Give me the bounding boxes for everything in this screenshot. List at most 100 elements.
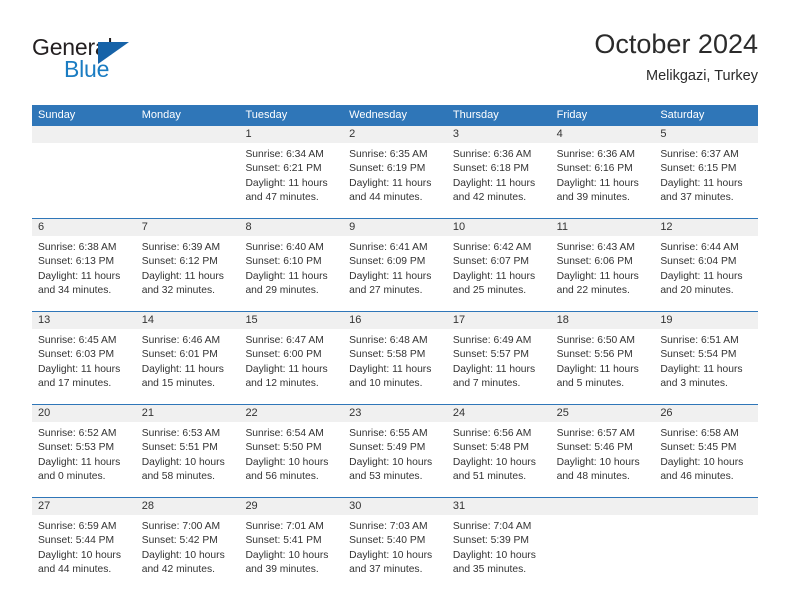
day-detail-line: and 3 minutes. — [660, 377, 728, 389]
day-details — [32, 143, 136, 148]
day-detail-line: Daylight: 11 hours — [556, 363, 639, 375]
day-detail-line: Sunset: 5:57 PM — [452, 349, 530, 361]
day-detail-line: Sunset: 5:54 PM — [660, 349, 737, 361]
calendar-day-cell[interactable]: 12 Sunrise: 6:44 AM Sunset: 6:04 PM Dayligh… — [654, 219, 759, 311]
day-detail-line: Daylight: 11 hours — [38, 363, 121, 375]
calendar-day-cell[interactable]: 20 Sunrise: 6:52 AM Sunset: 5:53 PM Dayligh… — [32, 405, 136, 497]
calendar-day-cell[interactable]: 23 Sunrise: 6:55 AM Sunset: 5:49 PM Dayligh… — [343, 405, 447, 497]
day-detail-line: Daylight: 11 hours — [141, 363, 224, 375]
day-number: 7 — [135, 219, 240, 236]
day-detail-line: and 25 minutes. — [452, 284, 527, 296]
day-detail-line: Sunrise: 7:01 AM — [245, 521, 324, 532]
day-number: 8 — [239, 219, 344, 236]
general-blue-logo[interactable]: General Blue — [32, 34, 212, 90]
calendar-day-cell[interactable]: 9 Sunrise: 6:41 AM Sunset: 6:09 PM Daylight… — [343, 219, 447, 311]
day-detail-line: Sunset: 5:51 PM — [141, 442, 218, 454]
day-detail-line: Sunrise: 6:44 AM — [660, 242, 739, 253]
calendar-day-cell[interactable]: 2 Sunrise: 6:35 AM Sunset: 6:19 PM Daylight… — [343, 126, 447, 218]
calendar-day-cell[interactable]: 11 Sunrise: 6:43 AM Sunset: 6:06 PM Dayligh… — [550, 219, 655, 311]
day-detail-line: Sunrise: 6:50 AM — [556, 335, 636, 346]
day-details: Sunrise: 6:53 AM Sunset: 5:51 PM Daylight:… — [136, 422, 240, 484]
calendar-day-cell[interactable]: 16 Sunrise: 6:48 AM Sunset: 5:58 PM Dayligh… — [343, 312, 447, 404]
day-detail-line: Sunrise: 7:04 AM — [452, 521, 532, 532]
day-detail-line: Sunset: 6:07 PM — [452, 256, 530, 268]
day-detail-line: Sunrise: 6:34 AM — [245, 149, 324, 160]
calendar-day-cell[interactable]: 7 Sunrise: 6:39 AM Sunset: 6:12 PM Daylight… — [135, 219, 240, 311]
day-details: Sunrise: 6:52 AM Sunset: 5:53 PM Daylight:… — [32, 422, 136, 484]
day-detail-line: Sunrise: 6:46 AM — [141, 335, 221, 346]
day-details: Sunrise: 6:40 AM Sunset: 6:10 PM Daylight:… — [239, 236, 343, 298]
day-detail-line: and 17 minutes. — [38, 377, 112, 389]
day-number — [654, 498, 759, 515]
page-subtitle: Melikgazi, Turkey — [645, 68, 758, 84]
day-detail-line: Sunset: 6:21 PM — [245, 163, 322, 175]
day-detail-line: and 7 minutes. — [452, 377, 521, 389]
calendar-week-row: 13 Sunrise: 6:45 AM Sunset: 6:03 PM Dayligh… — [32, 311, 759, 404]
day-details: Sunrise: 6:41 AM Sunset: 6:09 PM Daylight:… — [343, 236, 447, 298]
day-detail-line: and 44 minutes. — [38, 563, 112, 575]
calendar-day-cell[interactable]: 5 Sunrise: 6:37 AM Sunset: 6:15 PM Daylight… — [654, 126, 759, 218]
day-detail-line: Sunrise: 6:48 AM — [349, 335, 428, 346]
day-detail-line: and 42 minutes. — [141, 563, 215, 575]
day-detail-line: Sunrise: 6:40 AM — [245, 242, 324, 253]
day-detail-line: Daylight: 11 hours — [38, 456, 121, 468]
day-details: Sunrise: 6:44 AM Sunset: 6:04 PM Daylight:… — [654, 236, 758, 298]
day-detail-line: Daylight: 10 hours — [141, 456, 225, 468]
day-number: 14 — [135, 312, 240, 329]
day-number: 6 — [32, 219, 136, 236]
calendar-day-cell[interactable]: 10 Sunrise: 6:42 AM Sunset: 6:07 PM Dayligh… — [446, 219, 551, 311]
calendar-day-cell-empty — [32, 126, 136, 218]
calendar-day-cell[interactable]: 18 Sunrise: 6:50 AM Sunset: 5:56 PM Dayligh… — [550, 312, 655, 404]
weekday-header-sunday: Sunday — [38, 109, 76, 121]
day-detail-line: Sunrise: 6:38 AM — [38, 242, 117, 253]
day-details: Sunrise: 6:36 AM Sunset: 6:18 PM Daylight:… — [447, 143, 551, 205]
day-details: Sunrise: 7:00 AM Sunset: 5:42 PM Daylight:… — [136, 515, 240, 577]
calendar-day-cell[interactable]: 1 Sunrise: 6:34 AM Sunset: 6:21 PM Daylight… — [239, 126, 344, 218]
calendar-day-cell[interactable]: 13 Sunrise: 6:45 AM Sunset: 6:03 PM Dayligh… — [32, 312, 136, 404]
day-detail-line: Sunset: 5:56 PM — [556, 349, 633, 361]
day-detail-line: and 29 minutes. — [245, 284, 319, 296]
day-detail-line: Daylight: 10 hours — [349, 456, 433, 468]
day-number: 25 — [550, 405, 655, 422]
day-number — [135, 126, 240, 143]
calendar-day-cell[interactable]: 24 Sunrise: 6:56 AM Sunset: 5:48 PM Dayligh… — [446, 405, 551, 497]
day-details: Sunrise: 6:59 AM Sunset: 5:44 PM Daylight:… — [32, 515, 136, 577]
logo-text-blue: Blue — [64, 56, 110, 82]
day-number: 10 — [446, 219, 551, 236]
day-number: 1 — [239, 126, 344, 143]
day-detail-line: Sunrise: 6:35 AM — [349, 149, 428, 160]
calendar-day-cell[interactable]: 25 Sunrise: 6:57 AM Sunset: 5:46 PM Dayligh… — [550, 405, 655, 497]
calendar-day-cell[interactable]: 14 Sunrise: 6:46 AM Sunset: 6:01 PM Dayligh… — [135, 312, 240, 404]
calendar-day-cell[interactable]: 27 Sunrise: 6:59 AM Sunset: 5:44 PM Dayligh… — [32, 498, 136, 590]
day-number: 12 — [654, 219, 759, 236]
calendar-day-cell[interactable]: 21 Sunrise: 6:53 AM Sunset: 5:51 PM Dayligh… — [135, 405, 240, 497]
day-detail-line: Sunrise: 6:36 AM — [452, 149, 532, 160]
calendar-week-row: 20 Sunrise: 6:52 AM Sunset: 5:53 PM Dayligh… — [32, 404, 759, 497]
day-detail-line: Daylight: 11 hours — [452, 177, 536, 189]
calendar-day-cell[interactable]: 19 Sunrise: 6:51 AM Sunset: 5:54 PM Dayligh… — [654, 312, 759, 404]
weekday-header-monday: Monday — [141, 109, 181, 121]
day-detail-line: Daylight: 11 hours — [660, 363, 743, 375]
day-detail-line: Sunrise: 6:58 AM — [660, 428, 739, 439]
calendar-day-cell[interactable]: 4 Sunrise: 6:36 AM Sunset: 6:16 PM Daylight… — [550, 126, 655, 218]
day-details: Sunrise: 6:48 AM Sunset: 5:58 PM Daylight:… — [343, 329, 447, 391]
day-details — [136, 143, 240, 148]
calendar-day-cell[interactable]: 28 Sunrise: 7:00 AM Sunset: 5:42 PM Dayligh… — [135, 498, 240, 590]
calendar-week-row: 27 Sunrise: 6:59 AM Sunset: 5:44 PM Dayligh… — [32, 497, 759, 590]
calendar-day-cell[interactable]: 3 Sunrise: 6:36 AM Sunset: 6:18 PM Daylight… — [446, 126, 551, 218]
calendar-day-cell[interactable]: 31 Sunrise: 7:04 AM Sunset: 5:39 PM Dayligh… — [446, 498, 551, 590]
calendar-day-cell[interactable]: 22 Sunrise: 6:54 AM Sunset: 5:50 PM Dayligh… — [239, 405, 344, 497]
day-details: Sunrise: 6:57 AM Sunset: 5:46 PM Daylight:… — [551, 422, 655, 484]
day-number: 4 — [550, 126, 655, 143]
calendar-day-cell[interactable]: 29 Sunrise: 7:01 AM Sunset: 5:41 PM Dayligh… — [239, 498, 344, 590]
calendar-weeks: 1 Sunrise: 6:34 AM Sunset: 6:21 PM Daylight… — [32, 126, 759, 590]
calendar-day-cell[interactable]: 26 Sunrise: 6:58 AM Sunset: 5:45 PM Dayligh… — [654, 405, 759, 497]
day-detail-line: Sunset: 5:44 PM — [38, 535, 115, 547]
calendar-day-cell[interactable]: 30 Sunrise: 7:03 AM Sunset: 5:40 PM Dayligh… — [343, 498, 447, 590]
day-detail-line: Daylight: 10 hours — [245, 456, 329, 468]
calendar-day-cell[interactable]: 8 Sunrise: 6:40 AM Sunset: 6:10 PM Daylight… — [239, 219, 344, 311]
calendar-day-cell[interactable]: 15 Sunrise: 6:47 AM Sunset: 6:00 PM Dayligh… — [239, 312, 344, 404]
day-number: 3 — [446, 126, 551, 143]
calendar-day-cell[interactable]: 6 Sunrise: 6:38 AM Sunset: 6:13 PM Daylight… — [32, 219, 136, 311]
calendar-day-cell[interactable]: 17 Sunrise: 6:49 AM Sunset: 5:57 PM Dayligh… — [446, 312, 551, 404]
